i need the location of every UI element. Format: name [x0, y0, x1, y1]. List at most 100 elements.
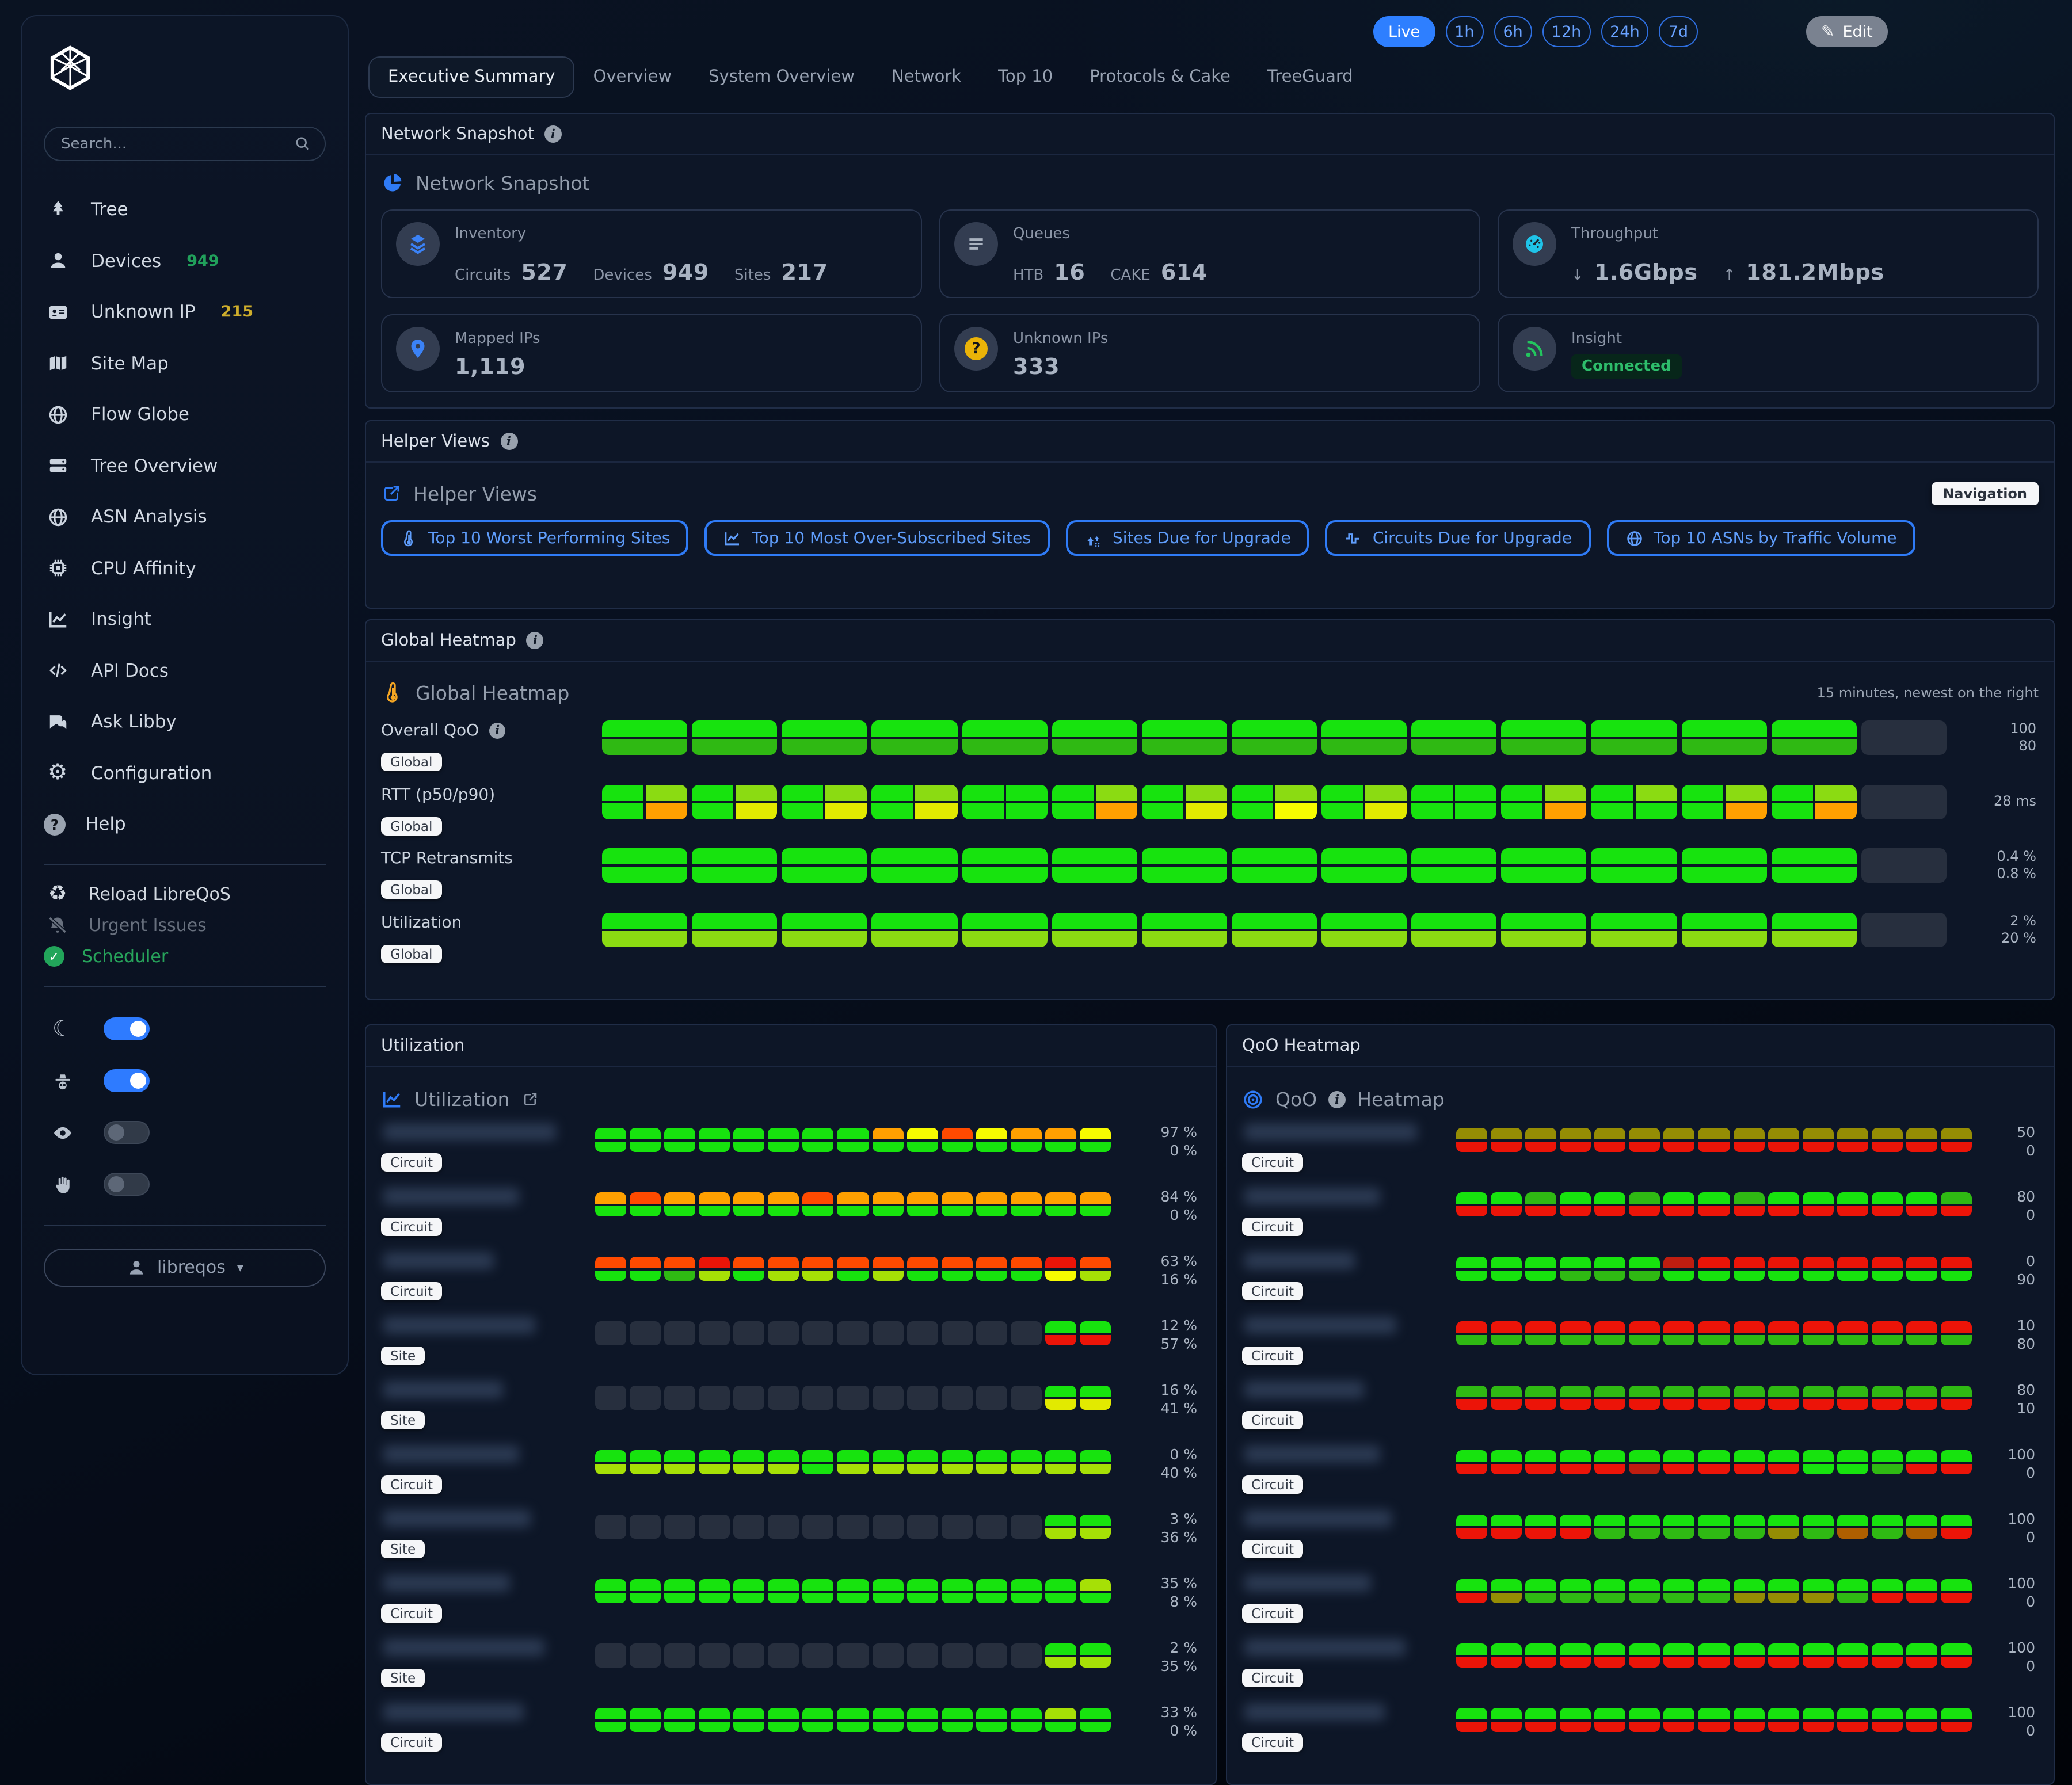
heatmap-cell	[602, 848, 687, 883]
pencil-icon: ✎	[1821, 24, 1834, 40]
thermometer-icon	[381, 681, 404, 704]
sidebar-status-scheduler[interactable]: ✓Scheduler	[44, 941, 326, 972]
heatmap-cell	[1906, 1579, 1937, 1603]
cube-icon	[46, 44, 94, 92]
heatmap-cell	[1011, 1708, 1042, 1732]
heatmap-track	[595, 1192, 1111, 1216]
heatmap-cell	[1802, 1579, 1833, 1603]
qoo-row: Circuit1000	[1242, 1635, 2039, 1700]
card-label: Throughput	[1571, 226, 1884, 243]
sidebar-item-asn-analysis[interactable]: ASN Analysis	[44, 491, 326, 543]
heatmap-cell	[1045, 1643, 1076, 1668]
heatmap-cell	[768, 1708, 799, 1732]
heatmap-track	[602, 912, 1947, 947]
heatmap-cell	[1698, 1257, 1730, 1281]
sidebar-item-label: Unknown IP	[91, 302, 196, 323]
heatmap-cell	[1768, 1450, 1799, 1474]
sidebar-item-site-map[interactable]: Site Map	[44, 338, 326, 389]
heatmap-values: 10080	[2010, 720, 2036, 755]
redacted-name	[1244, 1123, 1417, 1141]
person-icon	[126, 1257, 146, 1277]
time-pill-12h[interactable]: 12h	[1542, 16, 1590, 47]
time-pill-1h[interactable]: 1h	[1445, 16, 1483, 47]
external-link-icon[interactable]	[521, 1091, 538, 1108]
heatmap-cell	[1768, 1708, 1799, 1732]
helper-button-label: Top 10 Most Over-Subscribed Sites	[752, 529, 1031, 547]
edit-button[interactable]: ✎ Edit	[1806, 16, 1888, 47]
user-menu-button[interactable]: libreqos ▾	[44, 1248, 326, 1286]
info-icon[interactable]: i	[1328, 1091, 1346, 1108]
qoo-heatmap-label: Heatmap	[1357, 1089, 1445, 1111]
utilization-panel: Utilization Utilization Circuit97 %0 %Ci…	[365, 1024, 1217, 1785]
gears-icon: ⚙	[44, 762, 71, 784]
time-pill-live[interactable]: Live	[1373, 16, 1435, 47]
info-icon[interactable]: i	[489, 723, 505, 739]
sidebar-item-help[interactable]: ?Help	[44, 799, 326, 850]
scope-badge: Circuit	[1242, 1153, 1303, 1172]
tab-network[interactable]: Network	[873, 58, 980, 97]
sidebar-item-label: Help	[85, 814, 126, 835]
tab-top-10[interactable]: Top 10	[980, 58, 1071, 97]
heatmap-cell	[976, 1192, 1007, 1216]
eye-toggle[interactable]	[104, 1121, 150, 1144]
stat-card-throughput: Throughput↓1.6Gbps↑181.2Mbps	[1498, 209, 2039, 298]
sidebar-item-tree[interactable]: Tree	[44, 184, 326, 235]
time-pill-24h[interactable]: 24h	[1601, 16, 1648, 47]
time-pill-7d[interactable]: 7d	[1659, 16, 1697, 47]
heatmap-cell	[1664, 1450, 1695, 1474]
info-icon[interactable]: i	[544, 125, 562, 143]
sidebar-item-api-docs[interactable]: API Docs	[44, 645, 326, 696]
heatmap-cell	[1629, 1579, 1660, 1603]
helper-button-circuits-due-for-upgrade[interactable]: Circuits Due for Upgrade	[1326, 520, 1590, 556]
sidebar-item-tree-overview[interactable]: Tree Overview	[44, 440, 326, 491]
heatmap-cell	[1872, 1515, 1903, 1539]
tab-system-overview[interactable]: System Overview	[690, 58, 873, 97]
helper-button-top-10-asns-by-traffic-volume[interactable]: Top 10 ASNs by Traffic Volume	[1606, 520, 1915, 556]
time-pill-6h[interactable]: 6h	[1494, 16, 1532, 47]
target-icon	[1242, 1089, 1264, 1111]
heatmap-cell	[1629, 1257, 1660, 1281]
stat-cards-row: Mapped IPs1,119?Unknown IPs333InsightCon…	[381, 314, 2039, 392]
sidebar-item-devices[interactable]: Devices949	[44, 235, 326, 287]
bell-slash-icon	[44, 915, 71, 936]
heatmap-cell	[630, 1515, 661, 1539]
sidebar-item-cpu-affinity[interactable]: CPU Affinity	[44, 543, 326, 594]
tab-protocols-cake[interactable]: Protocols & Cake	[1071, 58, 1249, 97]
tab-overview[interactable]: Overview	[575, 58, 691, 97]
sidebar-item-ask-libby[interactable]: Ask Libby	[44, 696, 326, 747]
sidebar-item-unknown-ip[interactable]: Unknown IP215	[44, 287, 326, 338]
sidebar-item-label: Site Map	[91, 353, 169, 374]
spy-toggle[interactable]	[104, 1069, 150, 1092]
tab-executive-summary[interactable]: Executive Summary	[368, 56, 575, 98]
heatmap-cell	[595, 1192, 626, 1216]
heatmap-cell	[1595, 1579, 1626, 1603]
panel-title: Global Heatmap	[381, 631, 516, 650]
heatmap-track	[602, 848, 1947, 883]
heatmap-cell	[1664, 1128, 1695, 1152]
tree-icon	[44, 199, 71, 221]
search-input[interactable]	[44, 127, 326, 161]
heatmap-track	[1456, 1515, 1972, 1539]
scope-badge: Circuit	[381, 1153, 442, 1172]
heatmap-cell	[1080, 1386, 1111, 1410]
heatmap-values: 1000	[2008, 1510, 2035, 1547]
panel-header: Helper Views i	[366, 421, 2054, 463]
info-icon[interactable]: i	[500, 433, 517, 450]
helper-button-sites-due-for-upgrade[interactable]: Sites Due for Upgrade	[1065, 520, 1309, 556]
panel-title: Utilization	[381, 1036, 464, 1055]
moon-toggle[interactable]	[104, 1017, 150, 1040]
sidebar-status-reload-libreqos[interactable]: ♻Reload LibreQoS	[44, 879, 326, 910]
heatmap-cell	[768, 1450, 799, 1474]
info-icon[interactable]: i	[527, 632, 544, 649]
sidebar-item-configuration[interactable]: ⚙Configuration	[44, 747, 326, 799]
helper-button-top-10-worst-performing-sites[interactable]: Top 10 Worst Performing Sites	[381, 520, 688, 556]
heatmap-cell	[976, 1128, 1007, 1152]
hand-toggle[interactable]	[104, 1173, 150, 1196]
sidebar-status-urgent-issues[interactable]: Urgent Issues	[44, 910, 326, 941]
tab-treeguard[interactable]: TreeGuard	[1249, 58, 1372, 97]
helper-button-top-10-most-over-subscribed-sites[interactable]: Top 10 Most Over-Subscribed Sites	[704, 520, 1049, 556]
sidebar-item-flow-globe[interactable]: Flow Globe	[44, 389, 326, 440]
heatmap-cell	[1861, 912, 1947, 947]
sidebar-item-insight[interactable]: Insight	[44, 594, 326, 645]
heatmap-cell	[1629, 1643, 1660, 1668]
